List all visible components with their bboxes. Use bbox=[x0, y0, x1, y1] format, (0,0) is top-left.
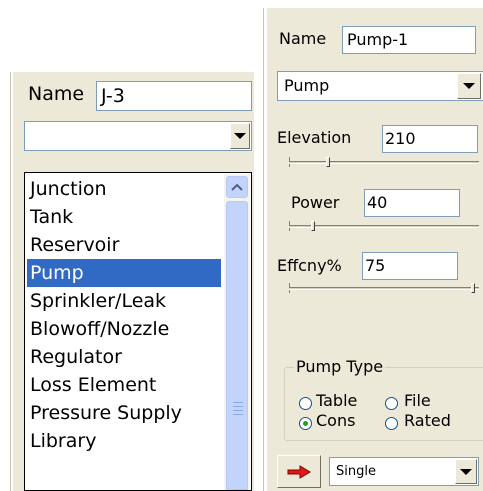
name-label: Name bbox=[279, 29, 327, 48]
radio-rated[interactable] bbox=[385, 417, 398, 430]
grip-line bbox=[233, 402, 243, 403]
efficiency-input[interactable]: 75 bbox=[362, 252, 458, 280]
power-input[interactable]: 40 bbox=[364, 189, 460, 217]
efficiency-slider[interactable] bbox=[289, 283, 479, 293]
dropdown-button[interactable] bbox=[230, 123, 250, 149]
list-item[interactable]: Reservoir bbox=[27, 231, 221, 259]
chevron-down-icon bbox=[460, 468, 472, 475]
elevation-label: Elevation bbox=[277, 128, 352, 147]
elevation-input[interactable]: 210 bbox=[382, 125, 478, 153]
chevron-down-icon bbox=[234, 133, 246, 139]
type-select[interactable] bbox=[24, 121, 252, 151]
elevation-slider[interactable] bbox=[289, 157, 479, 167]
slider-track bbox=[289, 161, 479, 164]
chevron-up-icon bbox=[231, 183, 243, 191]
grip-line bbox=[233, 406, 243, 407]
list-item-selected[interactable]: Pump bbox=[27, 259, 221, 287]
panel-edge bbox=[10, 72, 13, 491]
list-item[interactable]: Library bbox=[27, 427, 221, 455]
chevron-down-icon bbox=[463, 83, 475, 89]
power-label: Power bbox=[291, 193, 340, 212]
pump-type-title: Pump Type bbox=[294, 357, 386, 376]
type-list[interactable]: Junction Tank Reservoir Pump Sprinkler/L… bbox=[24, 172, 252, 491]
radio-label: Cons bbox=[316, 411, 356, 430]
name-label: Name bbox=[28, 83, 85, 105]
list-item[interactable]: Regulator bbox=[27, 343, 221, 371]
slider-track bbox=[289, 287, 479, 290]
mode-select[interactable]: Single bbox=[329, 457, 479, 486]
mode-select-value: Single bbox=[336, 464, 376, 479]
list-item[interactable]: Blowoff/Nozzle bbox=[27, 315, 221, 343]
right-node-panel: Name Pump-1 Pump Elevation 210 Power 40 … bbox=[263, 8, 483, 491]
radio-label: Table bbox=[316, 391, 358, 410]
slider-track bbox=[289, 225, 479, 228]
list-item[interactable]: Sprinkler/Leak bbox=[27, 287, 221, 315]
slider-knob[interactable] bbox=[326, 157, 330, 167]
pump-type-group bbox=[284, 367, 483, 441]
radio-label: File bbox=[404, 391, 431, 410]
vertical-scrollbar[interactable] bbox=[224, 174, 250, 490]
radio-table[interactable] bbox=[299, 397, 312, 410]
list-item[interactable]: Tank bbox=[27, 203, 221, 231]
type-select-value: Pump bbox=[284, 76, 330, 95]
scroll-thumb[interactable] bbox=[226, 201, 248, 490]
left-node-panel: Name J-3 Junction Tank Reservoir Pump Sp… bbox=[10, 72, 254, 491]
red-arrow-icon bbox=[287, 464, 311, 479]
slider-knob[interactable] bbox=[311, 221, 315, 231]
radio-cons[interactable] bbox=[299, 417, 312, 430]
dropdown-button[interactable] bbox=[457, 73, 481, 99]
name-input[interactable]: Pump-1 bbox=[342, 26, 476, 54]
dropdown-button[interactable] bbox=[455, 459, 477, 484]
slider-knob[interactable] bbox=[471, 283, 475, 293]
type-select[interactable]: Pump bbox=[277, 71, 483, 101]
scroll-up-button[interactable] bbox=[226, 176, 248, 198]
grip-line bbox=[233, 414, 243, 415]
list-item[interactable]: Pressure Supply bbox=[27, 399, 221, 427]
radio-file[interactable] bbox=[385, 397, 398, 410]
radio-label: Rated bbox=[404, 411, 451, 430]
list-item[interactable]: Loss Element bbox=[27, 371, 221, 399]
name-input[interactable]: J-3 bbox=[96, 81, 252, 111]
grip-line bbox=[233, 410, 243, 411]
power-slider[interactable] bbox=[289, 221, 479, 231]
bottom-toolbar: Single bbox=[277, 455, 483, 491]
list-item[interactable]: Junction bbox=[27, 175, 221, 203]
efficiency-label: Effcny% bbox=[277, 256, 342, 275]
panel-edge bbox=[264, 8, 267, 491]
flow-direction-button[interactable] bbox=[277, 455, 321, 488]
